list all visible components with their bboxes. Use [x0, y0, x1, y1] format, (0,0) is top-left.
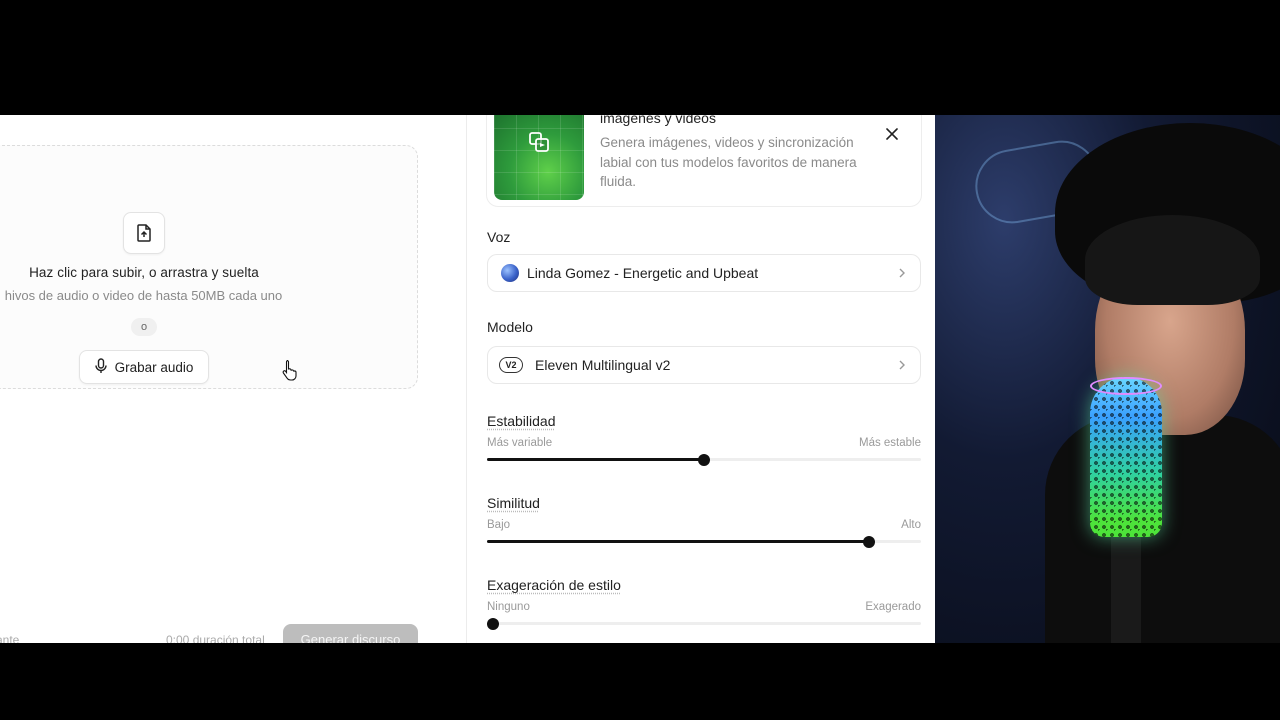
- voice-label: Voz: [487, 229, 511, 245]
- similarity-slider-fill: [487, 540, 869, 543]
- settings-panel: imágenes y videos Genera imágenes, video…: [467, 115, 935, 643]
- dropzone[interactable]: Haz clic para subir, o arrastra y suelta…: [0, 145, 418, 389]
- stability-slider-fill: [487, 458, 704, 461]
- stability-slider[interactable]: [487, 453, 921, 466]
- chevron-right-icon: [898, 266, 906, 284]
- microphone-icon: [94, 357, 107, 377]
- close-icon[interactable]: [881, 123, 903, 145]
- promo-title: imágenes y videos: [600, 115, 716, 126]
- presenter-hair: [1085, 215, 1260, 305]
- image-video-icon: [528, 131, 550, 158]
- voice-selector[interactable]: Linda Gomez - Energetic and Upbeat: [487, 254, 921, 292]
- chevron-right-icon: [898, 358, 906, 376]
- mic-ring: [1090, 377, 1162, 395]
- file-upload-icon: [123, 212, 165, 254]
- style-exaggeration-label: Exageración de estilo: [487, 577, 621, 593]
- model-label: Modelo: [487, 319, 533, 335]
- style-min-label: Ninguno: [487, 601, 530, 613]
- dropzone-subtitle: hivos de audio o video de hasta 50MB cad…: [4, 288, 283, 303]
- stability-min-label: Más variable: [487, 437, 553, 449]
- webcam-overlay: [935, 115, 1280, 643]
- similarity-max-label: Alto: [901, 519, 921, 531]
- record-audio-button[interactable]: Grabar audio: [79, 350, 209, 384]
- hand-cursor-icon: [281, 359, 299, 386]
- promo-card[interactable]: imágenes y videos Genera imágenes, video…: [486, 115, 922, 207]
- upload-panel: Haz clic para subir, o arrastra y suelta…: [0, 115, 466, 643]
- similarity-label: Similitud: [487, 495, 540, 511]
- promo-description: Genera imágenes, videos y sincronización…: [600, 135, 857, 189]
- similarity-min-label: Bajo: [487, 519, 511, 531]
- mic-stand: [1111, 535, 1141, 643]
- voice-name: Linda Gomez - Energetic and Upbeat: [527, 265, 759, 281]
- footer-status-text: ante: [0, 633, 20, 643]
- model-name: Eleven Multilingual v2: [535, 357, 671, 373]
- record-audio-label: Grabar audio: [114, 359, 194, 375]
- model-version-badge: V2: [499, 357, 523, 373]
- dropzone-title: Haz clic para subir, o arrastra y suelta: [29, 265, 259, 280]
- app-window: Haz clic para subir, o arrastra y suelta…: [0, 115, 935, 643]
- presenter-shirt: [1045, 415, 1280, 643]
- style-max-label: Exagerado: [865, 601, 921, 613]
- rgb-microphone: [1090, 377, 1162, 537]
- or-divider: o: [131, 318, 157, 336]
- style-exaggeration-slider[interactable]: [487, 617, 921, 630]
- generate-speech-button[interactable]: Generar discurso: [283, 624, 418, 643]
- stability-label: Estabilidad: [487, 413, 556, 429]
- total-duration: 0:00 duración total: [166, 633, 265, 643]
- style-slider-handle[interactable]: [487, 617, 499, 630]
- similarity-slider[interactable]: [487, 535, 921, 548]
- voice-avatar: [501, 264, 519, 282]
- model-selector[interactable]: V2 Eleven Multilingual v2: [487, 346, 921, 384]
- similarity-slider-handle[interactable]: [862, 535, 875, 548]
- stability-max-label: Más estable: [858, 437, 921, 449]
- promo-thumbnail: [494, 115, 584, 200]
- stability-slider-handle[interactable]: [698, 453, 710, 466]
